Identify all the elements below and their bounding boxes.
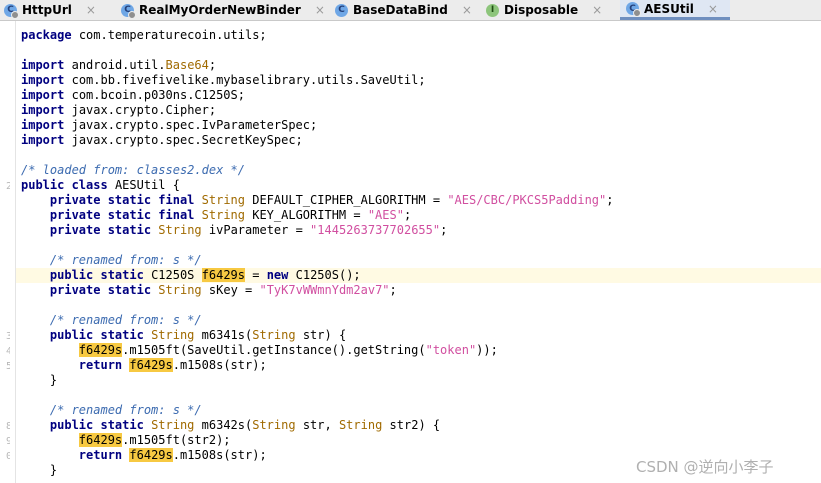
- code-line: private static final String DEFAULT_CIPH…: [49, 193, 614, 207]
- class-icon: C: [121, 3, 136, 19]
- tab-disposable[interactable]: I Disposable ×: [482, 0, 617, 20]
- tab-label: RealMyOrderNewBinder: [139, 3, 301, 17]
- code-line: /* renamed from: s */: [49, 313, 202, 327]
- line-number: 0: [5, 451, 10, 462]
- class-icon: C: [4, 3, 19, 19]
- code-line: /* renamed from: s */: [49, 403, 202, 417]
- tab-aesutil[interactable]: C AESUtil ×: [620, 0, 730, 20]
- code-line: import javax.crypto.Cipher;: [21, 103, 217, 117]
- code-line: import com.bb.fivefivelike.mybaselibrary…: [21, 73, 426, 87]
- line-number-gutter: 2 3 4 5 8 9 0: [0, 21, 15, 483]
- line-number: 4: [5, 346, 10, 357]
- close-icon[interactable]: ×: [708, 2, 718, 16]
- code-line: private static final String KEY_ALGORITH…: [49, 208, 412, 222]
- code-line: public class AESUtil {: [21, 178, 180, 192]
- code-line-current: public static C1250S f6429s = new C1250S…: [16, 268, 821, 283]
- watermark-text: CSDN @逆向小李子: [636, 458, 774, 476]
- code-line: package com.temperaturecoin.utils;: [21, 28, 267, 42]
- code-line: }: [49, 373, 58, 387]
- code-line: /* renamed from: s */: [49, 253, 202, 267]
- close-icon[interactable]: ×: [592, 3, 602, 17]
- tab-label: Disposable: [504, 3, 579, 17]
- code-line: return f6429s.m1508s(str);: [78, 358, 267, 372]
- code-line: f6429s.m1505ft(str2);: [78, 433, 231, 447]
- code-line: import android.util.Base64;: [21, 58, 217, 72]
- code-editor[interactable]: package com.temperaturecoin.utils; impor…: [16, 21, 821, 483]
- close-icon[interactable]: ×: [462, 3, 472, 17]
- line-number: 5: [5, 361, 10, 372]
- line-number: 3: [5, 331, 10, 342]
- tab-basedatabind[interactable]: C BaseDataBind ×: [331, 0, 475, 20]
- interface-icon: I: [486, 3, 499, 17]
- code-line: private static String sKey = "TyK7vWWmnY…: [49, 283, 397, 297]
- tab-label: HttpUrl: [22, 3, 72, 17]
- line-number: 2: [5, 181, 10, 192]
- line-number: 8: [5, 421, 10, 432]
- code-line: f6429s.m1505ft(SaveUtil.getInstance().ge…: [78, 343, 498, 357]
- tab-label: AESUtil: [644, 1, 694, 16]
- close-icon[interactable]: ×: [86, 3, 96, 17]
- tab-httpurl[interactable]: C HttpUrl ×: [0, 0, 108, 20]
- class-icon: C: [626, 2, 641, 17]
- code-line: import com.bcoin.p030ns.C1250S;: [21, 88, 245, 102]
- class-icon: C: [335, 3, 348, 17]
- editor-tab-bar: C HttpUrl × C RealMyOrderNewBinder × C B…: [0, 0, 821, 21]
- tab-label: BaseDataBind: [353, 3, 448, 17]
- code-line: import javax.crypto.spec.SecretKeySpec;: [21, 133, 303, 147]
- code-line: /* loaded from: classes2.dex */: [21, 163, 245, 177]
- tab-realmyordernewbinder[interactable]: C RealMyOrderNewBinder ×: [117, 0, 327, 20]
- line-number: 9: [5, 436, 10, 447]
- code-line: public static String m6341s(String str) …: [49, 328, 347, 342]
- close-icon[interactable]: ×: [315, 3, 325, 17]
- code-line: public static String m6342s(String str, …: [49, 418, 441, 432]
- code-line: import javax.crypto.spec.IvParameterSpec…: [21, 118, 318, 132]
- code-line: private static String ivParameter = "144…: [49, 223, 448, 237]
